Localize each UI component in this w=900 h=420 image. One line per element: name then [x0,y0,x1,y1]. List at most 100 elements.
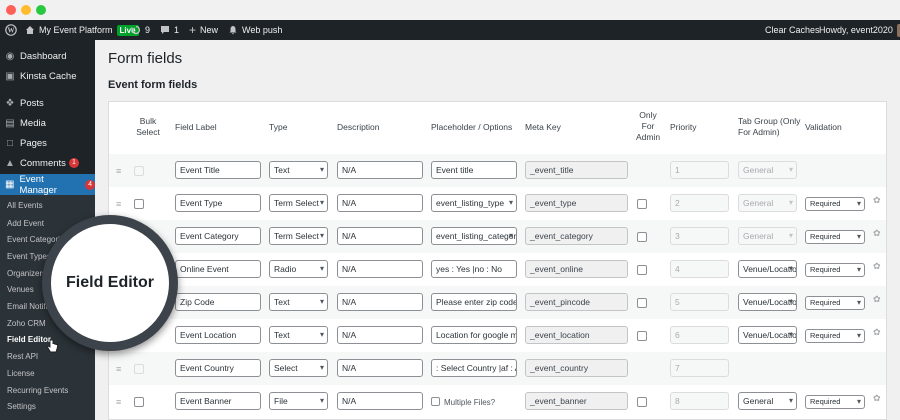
submenu-field-editor[interactable]: Field Editor [7,335,51,344]
only-for-admin-checkbox[interactable] [637,265,647,275]
field-label-input[interactable]: Event Banner [175,392,261,410]
submenu-all-events[interactable]: All Events [7,201,43,210]
user-account-link[interactable]: Howdy, event2020 [819,20,900,40]
description-input[interactable]: N/A [337,260,423,278]
close-window-icon[interactable] [6,5,16,15]
gear-icon[interactable]: ✿ [873,327,881,338]
bulk-select-checkbox[interactable] [134,166,144,176]
placeholder-input[interactable]: Event title [431,161,517,179]
field-label-input[interactable]: Zip Code [175,293,261,311]
validation-select[interactable]: Required [805,329,865,343]
submenu-event-types[interactable]: Event Types [7,252,51,261]
submenu-settings[interactable]: Settings [7,402,36,411]
priority-input[interactable]: 1 [670,161,729,179]
field-label-input[interactable]: Event Type [175,194,261,212]
validation-select[interactable]: Required [805,230,865,244]
placeholder-input[interactable]: Location for google maps [431,326,517,344]
placeholder-input[interactable]: yes : Yes |no : No [431,260,517,278]
priority-input[interactable]: 7 [670,359,729,377]
placeholder-input[interactable]: : Select Country |af : Afghanistan [431,359,517,377]
options-select[interactable]: event_listing_category [431,227,517,245]
sidebar-item-kinsta-cache[interactable]: ▣ Kinsta Cache [0,66,95,86]
validation-select[interactable]: Required [805,197,865,211]
tab-group-select[interactable]: General [738,194,797,212]
description-input[interactable]: N/A [337,359,423,377]
gear-icon[interactable]: ✿ [873,294,881,305]
tab-group-select[interactable]: Venue/Location [738,326,797,344]
submenu-add-event[interactable]: Add Event [7,219,44,228]
wordpress-logo-icon[interactable]: W [5,20,17,40]
clear-caches-link[interactable]: Clear Caches [765,20,820,40]
priority-input[interactable]: 6 [670,326,729,344]
field-label-input[interactable]: Event Country [175,359,261,377]
bulk-select-checkbox[interactable] [134,397,144,407]
minimize-window-icon[interactable] [21,5,31,15]
type-select[interactable]: Term Select [269,227,328,245]
field-label-input[interactable]: Event Category [175,227,261,245]
tab-group-select[interactable]: General [738,227,797,245]
multiple-files-checkbox[interactable] [431,397,440,406]
field-label-input[interactable]: Online Event [175,260,261,278]
priority-input[interactable]: 3 [670,227,729,245]
priority-input[interactable]: 4 [670,260,729,278]
description-input[interactable]: N/A [337,293,423,311]
gear-icon[interactable]: ✿ [873,261,881,272]
description-input[interactable]: N/A [337,326,423,344]
type-select[interactable]: Text [269,161,328,179]
submenu-license[interactable]: License [7,369,35,378]
tab-group-select[interactable]: General [738,392,797,410]
bulk-select-checkbox[interactable] [134,199,144,209]
web-push-link[interactable]: Web push [228,20,282,40]
priority-input[interactable]: 2 [670,194,729,212]
submenu-rest-api[interactable]: Rest API [7,352,38,361]
only-for-admin-checkbox[interactable] [637,232,647,242]
tab-group-select[interactable]: Venue/Location [738,293,797,311]
field-label-input[interactable]: Event Location [175,326,261,344]
drag-handle-icon[interactable]: ≡ [116,166,121,176]
type-select[interactable]: Select [269,359,328,377]
sidebar-item-dashboard[interactable]: ◉ Dashboard [0,46,95,66]
only-for-admin-checkbox[interactable] [637,397,647,407]
site-name-link[interactable]: My Event Platform Live [25,20,139,40]
submenu-recurring-events[interactable]: Recurring Events [7,386,68,395]
new-content-link[interactable]: + New [189,20,218,40]
tab-group-select[interactable]: Venue/Location [738,260,797,278]
options-select[interactable]: event_listing_type [431,194,517,212]
gear-icon[interactable]: ✿ [873,195,881,206]
sidebar-item-pages[interactable]: □ Pages [0,133,95,153]
validation-select[interactable]: Required [805,395,865,409]
zoom-window-icon[interactable] [36,5,46,15]
updates-link[interactable]: 9 [131,20,150,40]
drag-handle-icon[interactable]: ≡ [116,199,121,209]
type-select[interactable]: File [269,392,328,410]
sidebar-item-media[interactable]: ▤ Media [0,113,95,133]
description-input[interactable]: N/A [337,227,423,245]
tab-group-select[interactable]: General [738,161,797,179]
submenu-venues[interactable]: Venues [7,285,34,294]
drag-handle-icon[interactable]: ≡ [116,397,121,407]
sidebar-item-event-manager[interactable]: ▦ Event Manager 4 [0,174,95,196]
sidebar-item-posts[interactable]: ❖ Posts [0,93,95,113]
priority-input[interactable]: 5 [670,293,729,311]
comments-link[interactable]: 1 [160,20,179,40]
sidebar-item-comments[interactable]: ▲ Comments 1 [0,153,95,173]
only-for-admin-checkbox[interactable] [637,331,647,341]
validation-select[interactable]: Required [805,296,865,310]
placeholder-input[interactable]: Please enter zip code [431,293,517,311]
gear-icon[interactable]: ✿ [873,393,881,404]
type-select[interactable]: Radio [269,260,328,278]
gear-icon[interactable]: ✿ [873,228,881,239]
bulk-select-checkbox[interactable] [134,364,144,374]
only-for-admin-checkbox[interactable] [637,298,647,308]
type-select[interactable]: Term Select [269,194,328,212]
submenu-zoho-crm[interactable]: Zoho CRM [7,319,46,328]
validation-select[interactable]: Required [805,263,865,277]
type-select[interactable]: Text [269,326,328,344]
description-input[interactable]: N/A [337,194,423,212]
description-input[interactable]: N/A [337,161,423,179]
priority-input[interactable]: 8 [670,392,729,410]
only-for-admin-checkbox[interactable] [637,199,647,209]
drag-handle-icon[interactable]: ≡ [116,364,121,374]
description-input[interactable]: N/A [337,392,423,410]
type-select[interactable]: Text [269,293,328,311]
